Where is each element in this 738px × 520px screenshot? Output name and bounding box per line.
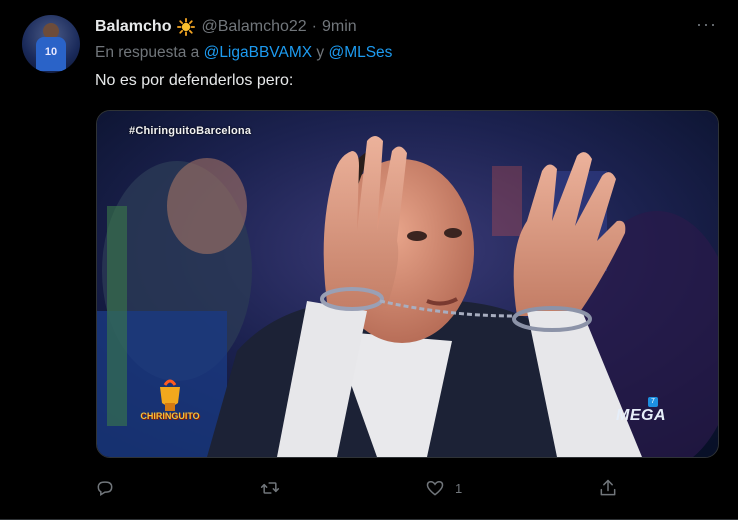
separator-dot: ·	[311, 18, 317, 35]
share-icon	[600, 479, 616, 496]
show-logo-text: CHIRINGUITO	[140, 411, 200, 421]
like-count: 1	[455, 480, 463, 496]
retweet-icon	[260, 482, 280, 494]
tweet-media-image[interactable]: #ChiringuitoBarcelona CHIRINGUITO 7 MEGA	[96, 110, 719, 458]
reply-conjunction: y	[316, 44, 325, 61]
show-logo: CHIRINGUITO	[135, 379, 205, 429]
timestamp[interactable]: 9min	[322, 18, 357, 36]
share-button[interactable]	[598, 476, 618, 500]
reply-button[interactable]	[95, 476, 115, 500]
reply-prefix: En respuesta a	[95, 44, 200, 61]
mention-link-1[interactable]: @LigaBBVAMX	[204, 44, 313, 61]
more-options-icon[interactable]: ···	[696, 15, 716, 37]
channel-logo: MEGA	[616, 407, 666, 424]
avatar-jersey-number: 10	[36, 37, 66, 71]
avatar[interactable]: 10	[22, 15, 80, 73]
sun-emoji-icon	[177, 18, 196, 36]
like-button[interactable]: 1	[425, 476, 462, 500]
user-handle[interactable]: @Balamcho22	[201, 18, 306, 36]
display-name[interactable]: Balamcho	[95, 18, 171, 36]
heart-icon	[426, 480, 444, 496]
reply-icon	[97, 481, 113, 496]
reply-context: En respuesta a @LigaBBVAMX y @MLSes	[95, 44, 392, 62]
channel-badge-icon: 7	[648, 397, 658, 407]
tweet-header: Balamcho @Balamcho22 · 9min	[95, 17, 357, 37]
mention-link-2[interactable]: @MLSes	[328, 44, 392, 61]
hashtag-overlay: #ChiringuitoBarcelona	[129, 125, 252, 137]
tweet-text: No es por defenderlos pero:	[95, 72, 294, 89]
tweet-actions: 1	[95, 476, 635, 500]
retweet-button[interactable]	[260, 476, 280, 500]
